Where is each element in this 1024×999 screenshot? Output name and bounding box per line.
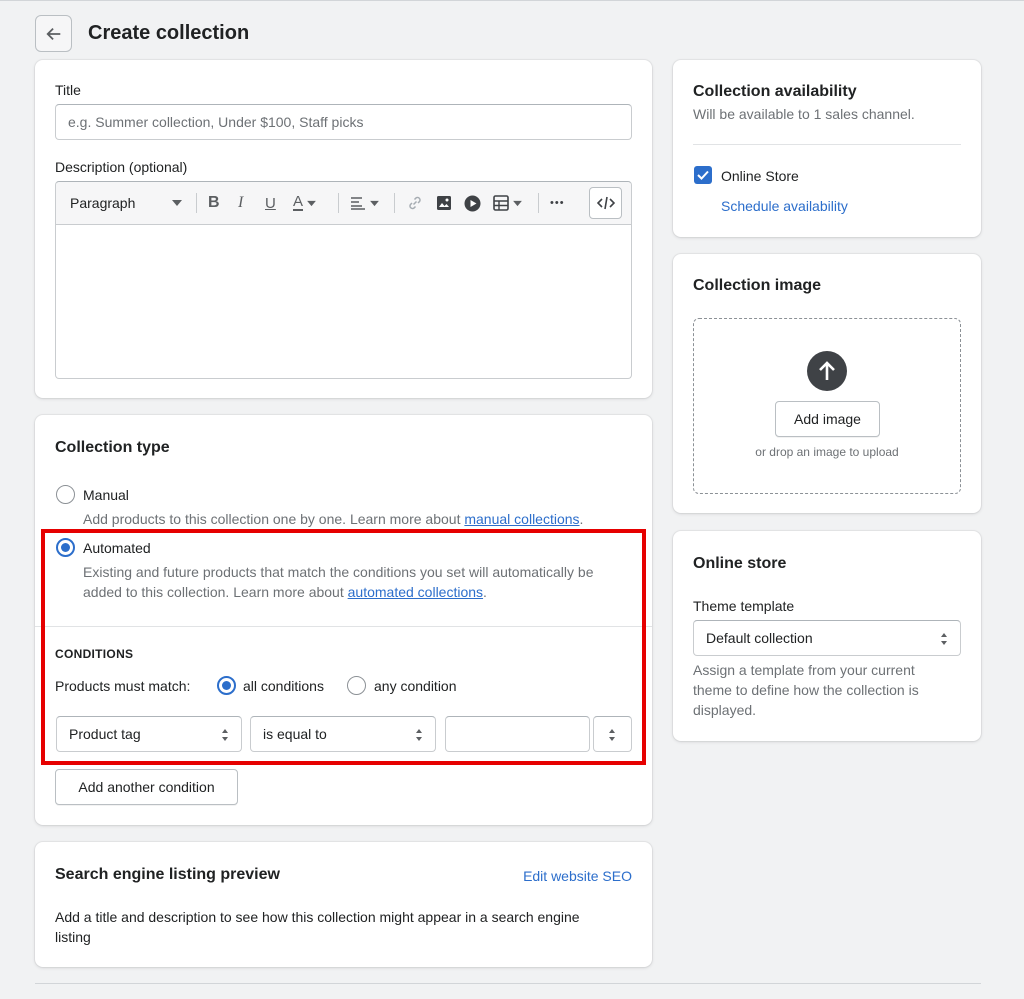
title-placeholder: e.g. Summer collection, Under $100, Staf… bbox=[68, 114, 364, 130]
schedule-availability-link[interactable]: Schedule availability bbox=[721, 196, 848, 216]
caret-down-icon bbox=[172, 200, 182, 206]
manual-label[interactable]: Manual bbox=[83, 485, 129, 505]
online-store-card: Online store Theme template Default coll… bbox=[673, 531, 981, 741]
add-image-button[interactable]: Add image bbox=[775, 401, 880, 437]
details-card: Title e.g. Summer collection, Under $100… bbox=[35, 60, 652, 398]
caret-down-icon bbox=[513, 200, 522, 206]
online-store-title: Online store bbox=[693, 555, 787, 572]
seo-card: Search engine listing preview Edit websi… bbox=[35, 842, 652, 967]
image-title: Collection image bbox=[693, 277, 822, 294]
availability-divider bbox=[693, 144, 961, 145]
description-editor[interactable]: Paragraph B I U A ••• bbox=[55, 181, 632, 379]
toolbar-divider bbox=[394, 193, 395, 213]
template-help-line2: theme to define how the collection is bbox=[693, 682, 919, 698]
availability-subtitle: Will be available to 1 sales channel. bbox=[693, 106, 915, 122]
upload-arrow-icon bbox=[807, 351, 847, 391]
template-help-line3: displayed. bbox=[693, 702, 757, 718]
seo-title: Search engine listing preview bbox=[55, 866, 280, 883]
theme-template-value: Default collection bbox=[706, 630, 813, 646]
editor-body[interactable] bbox=[56, 226, 631, 378]
caret-down-icon bbox=[307, 200, 316, 206]
manual-collections-link[interactable]: manual collections bbox=[464, 511, 579, 527]
edit-seo-link[interactable]: Edit website SEO bbox=[523, 866, 632, 886]
bottom-divider bbox=[35, 983, 981, 984]
text-color-glyph: A bbox=[293, 193, 304, 211]
underline-glyph: U bbox=[265, 194, 276, 212]
bold-glyph: B bbox=[208, 194, 220, 211]
text-color-icon[interactable]: A bbox=[293, 182, 316, 224]
seo-desc-line2: listing bbox=[55, 929, 91, 945]
theme-template-select[interactable]: Default collection bbox=[693, 620, 961, 656]
underline-icon[interactable]: U bbox=[265, 182, 276, 224]
title-input[interactable]: e.g. Summer collection, Under $100, Staf… bbox=[55, 104, 632, 140]
paragraph-label: Paragraph bbox=[70, 195, 136, 211]
back-button[interactable] bbox=[35, 15, 72, 52]
toolbar-divider bbox=[338, 193, 339, 213]
image-icon[interactable] bbox=[436, 182, 452, 224]
more-glyph: ••• bbox=[550, 197, 565, 209]
online-store-label[interactable]: Online Store bbox=[721, 166, 799, 186]
add-condition-button[interactable]: Add another condition bbox=[55, 769, 238, 805]
caret-down-icon bbox=[370, 200, 379, 206]
image-dropzone[interactable]: Add image or drop an image to upload bbox=[693, 318, 961, 494]
manual-desc-end: . bbox=[579, 511, 584, 527]
availability-card: Collection availability Will be availabl… bbox=[673, 60, 981, 237]
paragraph-dropdown[interactable]: Paragraph bbox=[70, 182, 182, 224]
title-label: Title bbox=[55, 82, 81, 98]
collection-type-title: Collection type bbox=[55, 439, 170, 456]
video-icon[interactable] bbox=[464, 182, 481, 224]
image-card: Collection image Add image or drop an im… bbox=[673, 254, 981, 513]
drop-hint: or drop an image to upload bbox=[755, 445, 899, 459]
top-divider bbox=[0, 0, 1024, 1]
select-caret-icon bbox=[941, 633, 947, 645]
manual-radio[interactable] bbox=[56, 485, 75, 504]
bold-icon[interactable]: B bbox=[208, 182, 220, 224]
link-icon[interactable] bbox=[407, 182, 423, 224]
theme-template-label: Theme template bbox=[693, 598, 795, 614]
checkmark-icon bbox=[697, 170, 709, 180]
align-icon[interactable] bbox=[350, 182, 379, 224]
online-store-checkbox[interactable] bbox=[694, 166, 712, 184]
highlight-box bbox=[41, 529, 646, 765]
editor-toolbar: Paragraph B I U A ••• bbox=[56, 182, 631, 225]
toolbar-divider bbox=[538, 193, 539, 213]
seo-desc-line1: Add a title and description to see how t… bbox=[55, 909, 580, 925]
table-icon[interactable] bbox=[493, 182, 522, 224]
availability-title: Collection availability bbox=[693, 83, 857, 100]
italic-glyph: I bbox=[238, 194, 244, 211]
arrow-left-icon bbox=[45, 27, 60, 40]
toolbar-divider bbox=[196, 193, 197, 213]
italic-icon[interactable]: I bbox=[238, 182, 243, 224]
add-condition-label: Add another condition bbox=[78, 779, 215, 795]
manual-desc-text: Add products to this collection one by o… bbox=[83, 511, 461, 527]
template-help-line1: Assign a template from your current bbox=[693, 662, 915, 678]
manual-description: Add products to this collection one by o… bbox=[83, 509, 583, 529]
add-image-label: Add image bbox=[794, 411, 861, 427]
page-title: Create collection bbox=[88, 22, 250, 44]
code-icon[interactable] bbox=[589, 187, 622, 219]
more-icon[interactable]: ••• bbox=[550, 182, 565, 224]
description-label: Description (optional) bbox=[55, 159, 188, 175]
